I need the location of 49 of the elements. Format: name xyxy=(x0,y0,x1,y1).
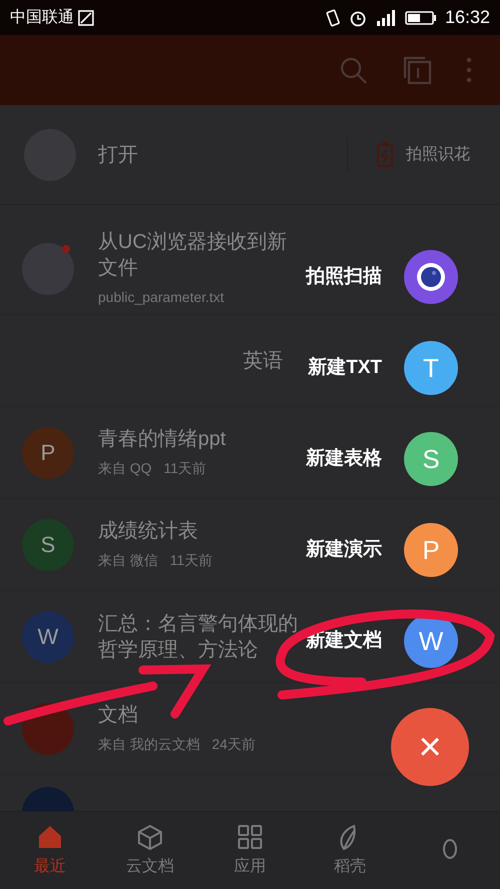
file-time: 24天前 xyxy=(212,735,256,754)
image-icon xyxy=(78,10,94,26)
photo-flower-button[interactable]: 拍照识花 xyxy=(406,142,470,166)
signal-icon xyxy=(374,8,397,26)
nav-tab[interactable]: 云文档 xyxy=(100,812,200,889)
file-type-avatar: W xyxy=(22,610,74,662)
fab-option[interactable]: S xyxy=(404,432,458,486)
more-icon xyxy=(466,57,472,83)
nav-tab[interactable]: 最近 xyxy=(0,812,100,889)
fab-option[interactable] xyxy=(404,250,458,304)
battery-icon xyxy=(404,10,437,26)
menu-label[interactable]: 新建演示 xyxy=(306,536,382,564)
file-time: 11天前 xyxy=(170,551,212,570)
tabs-icon xyxy=(402,55,432,85)
search-icon xyxy=(338,55,368,85)
file-source: 来自 QQ xyxy=(98,459,152,478)
close-button[interactable]: × xyxy=(391,708,469,786)
fab-option[interactable]: P xyxy=(404,523,458,577)
file-time: 11天前 xyxy=(164,459,206,478)
vibrate-icon xyxy=(324,8,341,26)
file-title[interactable]: 英语 xyxy=(243,348,283,374)
carrier-name: 中国联通 xyxy=(10,8,74,28)
file-title[interactable]: 从UC浏览器接收到新文件 xyxy=(98,229,298,281)
letter-glyph: P xyxy=(422,537,440,563)
camera-lens-icon xyxy=(415,261,447,293)
nav-tab[interactable]: 稻壳 xyxy=(300,812,400,889)
fab-option[interactable]: T xyxy=(404,341,458,395)
file-source: 来自 我的云文档 xyxy=(98,735,200,754)
clock-time: 16:32 xyxy=(444,6,490,29)
file-title[interactable]: 成绩统计表 xyxy=(98,518,198,544)
letter-glyph: T xyxy=(423,355,439,381)
file-name: public_parameter.txt xyxy=(98,288,224,307)
menu-label[interactable]: 新建TXT xyxy=(308,354,382,382)
letter-glyph: W xyxy=(418,628,444,654)
menu-label[interactable]: 新建表格 xyxy=(306,444,382,474)
alarm-icon xyxy=(348,8,367,26)
menu-label[interactable]: 拍照扫描 xyxy=(306,262,382,292)
file-type-avatar: S xyxy=(22,518,74,570)
battery-flash-icon xyxy=(376,142,394,168)
file-title[interactable]: 汇总：名言警句体现的哲学原理、方法论 xyxy=(98,610,298,662)
file-type-avatar: P xyxy=(22,426,74,478)
file-source: 来自 微信 xyxy=(98,551,158,570)
grid-icon xyxy=(236,822,264,850)
open-label[interactable]: 打开 xyxy=(98,144,138,166)
letter-glyph: S xyxy=(422,446,440,472)
file-title[interactable]: 青春的情绪ppt xyxy=(98,426,226,452)
file-title[interactable]: 文档 xyxy=(98,702,138,728)
cube-icon xyxy=(136,822,164,850)
nav-tab[interactable]: 应用 xyxy=(200,812,300,889)
